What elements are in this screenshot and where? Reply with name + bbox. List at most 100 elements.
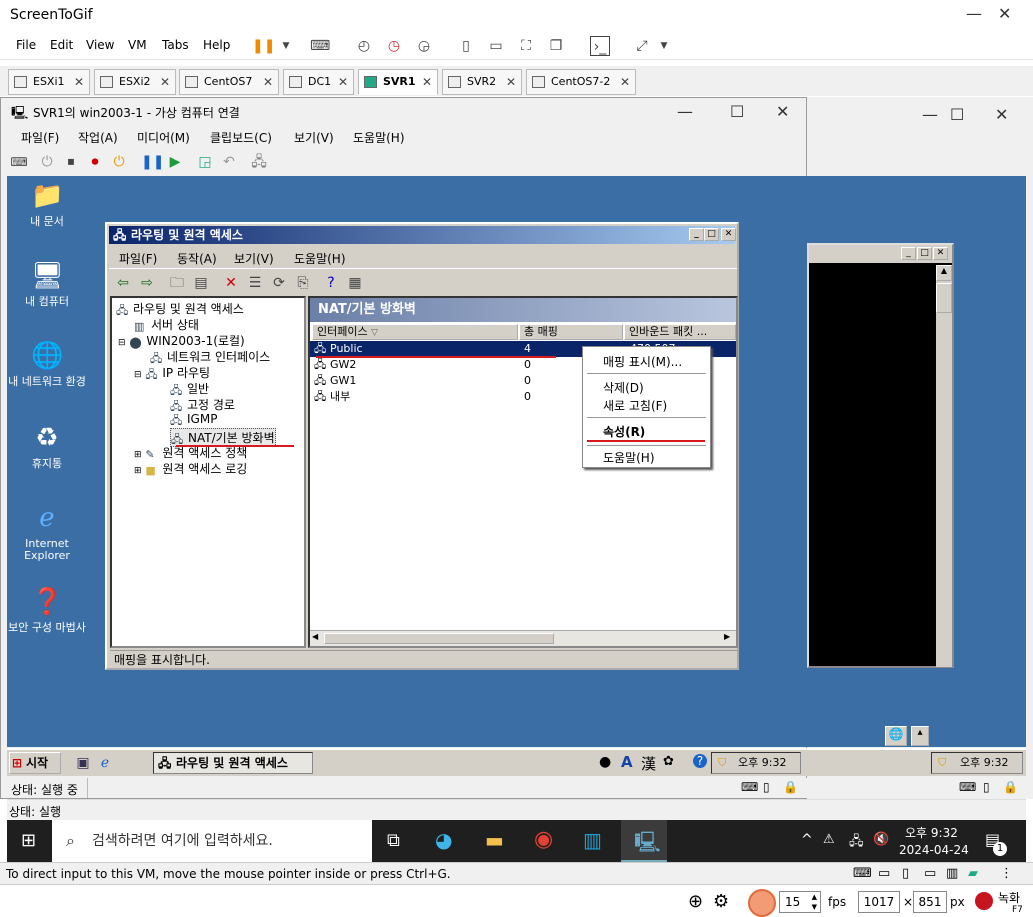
pause-icon[interactable]: ❚❚: [252, 36, 275, 56]
fps-input[interactable]: 15 ▲ ▼: [779, 891, 821, 913]
scrollbar-thumb[interactable]: [936, 283, 952, 313]
close-icon[interactable]: ✕: [422, 70, 432, 94]
tab-centos7[interactable]: CentOS7 ✕: [179, 69, 279, 95]
volume-muted-icon[interactable]: 🔇: [873, 832, 889, 847]
close-icon[interactable]: ✕: [620, 70, 630, 94]
devices-icon[interactable]: ⌨: [853, 863, 872, 885]
up-folder-icon[interactable]: 🗀: [167, 273, 187, 293]
properties-icon[interactable]: ☰: [245, 273, 265, 293]
shield-icon[interactable]: ⛉: [938, 753, 946, 773]
settings-icon[interactable]: ⚙: [713, 891, 729, 912]
ime-alpha-icon[interactable]: A: [621, 753, 633, 771]
close-icon[interactable]: ✕: [998, 4, 1011, 23]
console-window[interactable]: _ □ ✕ ▲: [807, 243, 954, 668]
width-input[interactable]: 1017: [858, 891, 900, 913]
stepper-icon[interactable]: ▲ ▼: [812, 892, 817, 912]
usb-icon[interactable]: ▯: [902, 863, 909, 885]
network-icon[interactable]: 🖧: [849, 832, 864, 854]
edge-icon[interactable]: ◕: [435, 828, 452, 852]
menu-vm[interactable]: VM: [128, 38, 147, 52]
tree-item-remote-access-policy[interactable]: ⊞ ✎ 원격 액세스 정책: [134, 444, 247, 461]
taskbar-search-box[interactable]: ⌕ 검색하려면 여기에 입력하세요.: [52, 820, 372, 862]
ime-hanja-icon[interactable]: 漢: [641, 753, 656, 774]
close-icon[interactable]: ✕: [933, 247, 948, 260]
close-icon[interactable]: ✕: [721, 228, 736, 241]
tree-item-server-status[interactable]: ▥ 서버 상태: [134, 316, 199, 333]
back-icon[interactable]: ⇦: [113, 273, 133, 293]
pause-icon[interactable]: ❚❚: [141, 152, 164, 172]
refresh-icon[interactable]: ⟳: [269, 273, 289, 293]
tree-item-win2003[interactable]: ⊟ ⬤ WIN2003-1(로컬): [118, 332, 245, 349]
menu-item-delete[interactable]: 삭제(D): [603, 379, 644, 396]
help-icon[interactable]: ?: [693, 754, 707, 768]
maximize-icon[interactable]: □: [704, 228, 719, 241]
taskbar-app-vm[interactable]: 🖳: [621, 820, 667, 862]
record-button[interactable]: 녹화: [998, 889, 1020, 906]
crosshair-icon[interactable]: ⊕: [688, 891, 703, 912]
shutdown-icon[interactable]: ⏺: [85, 152, 105, 172]
desktop-icon-network[interactable]: 🌐 내 네트워크 환경: [7, 340, 87, 388]
tab-centos7-2[interactable]: CentOS7-2 ✕: [526, 69, 636, 95]
start-button[interactable]: ⊞ 시작: [9, 752, 61, 774]
export-icon[interactable]: ⎘: [293, 273, 313, 293]
power-icon[interactable]: ⏻: [109, 152, 129, 172]
task-view-icon[interactable]: ⧉: [387, 830, 400, 851]
menu-tabs[interactable]: Tabs: [162, 38, 189, 52]
taskbar-time[interactable]: 오후 9:32: [905, 824, 958, 841]
rras-menu-view[interactable]: 보기(V): [234, 250, 274, 267]
collapse-icon[interactable]: ⊟: [134, 370, 142, 380]
close-icon[interactable]: ✕: [263, 70, 273, 94]
security-alert-icon[interactable]: ⚠: [823, 832, 835, 847]
vm-menu-help[interactable]: 도움말(H): [353, 129, 405, 146]
fullscreen-icon[interactable]: ⛶: [516, 36, 536, 56]
sound-icon[interactable]: ▭: [924, 863, 936, 885]
more-icon[interactable]: ⋮: [1000, 863, 1013, 885]
vm-menu-view[interactable]: 보기(V): [294, 129, 334, 146]
send-keys-icon[interactable]: ⌨: [310, 36, 330, 56]
show-desktop-icon[interactable]: ▣: [73, 753, 93, 773]
desktop-icon-recycle-bin[interactable]: ♻ 휴지통: [7, 422, 87, 470]
language-globe-icon[interactable]: 🌐: [885, 726, 907, 746]
ime-hangul-icon[interactable]: ●: [599, 754, 611, 770]
desktop-icon-ie[interactable]: ℯ Internet Explorer: [7, 502, 87, 562]
snapshot-manager-icon[interactable]: ◶: [414, 36, 434, 56]
network-adapter-icon[interactable]: ▭: [878, 863, 890, 885]
scroll-up-icon[interactable]: ▲: [936, 265, 952, 281]
column-interface[interactable]: 인터페이스 ▽: [312, 324, 518, 340]
tree-item-remote-access-logging[interactable]: ⊞ ■ 원격 액세스 로깅: [134, 460, 247, 477]
minimize-icon[interactable]: —: [677, 102, 693, 121]
scroll-right-icon[interactable]: ▶: [724, 632, 730, 641]
height-input[interactable]: 851: [913, 891, 947, 913]
maximize-icon[interactable]: □: [917, 247, 932, 260]
tree-item-ip-routing[interactable]: ⊟ 🖧 IP 라우팅: [134, 364, 210, 381]
desktop-icon-my-documents[interactable]: 📁 내 문서: [7, 180, 87, 228]
close-icon[interactable]: ✕: [506, 70, 516, 94]
revert-icon[interactable]: ↶: [219, 152, 239, 172]
maximize-icon[interactable]: ☐: [950, 105, 964, 124]
enhanced-session-icon[interactable]: 🖧: [249, 152, 269, 172]
record-icon[interactable]: [975, 892, 993, 910]
vm-menu-media[interactable]: 미디어(M): [137, 129, 190, 146]
minimize-icon[interactable]: —: [966, 4, 982, 23]
menu-edit[interactable]: Edit: [50, 38, 73, 52]
scroll-left-icon[interactable]: ◀: [312, 632, 318, 641]
play-icon[interactable]: ▶: [165, 152, 185, 172]
vm-menu-file[interactable]: 파일(F): [21, 129, 59, 146]
tree-item-root[interactable]: 🖧 라우팅 및 원격 액세스: [116, 300, 244, 317]
taskbar-app-rras[interactable]: 🖧 라우팅 및 원격 액세스: [153, 752, 313, 774]
close-icon[interactable]: ✕: [776, 102, 789, 121]
cd-icon[interactable]: ▥: [946, 863, 958, 885]
snapshot-icon[interactable]: ◴: [354, 36, 374, 56]
menu-item-help[interactable]: 도움말(H): [603, 449, 655, 466]
menu-help[interactable]: Help: [203, 38, 230, 52]
tree-item-network-interfaces[interactable]: 🖧 네트워크 인터페이스: [150, 348, 270, 365]
ctrl-alt-del-icon[interactable]: ⌨: [9, 152, 29, 172]
rras-menu-file[interactable]: 파일(F): [119, 250, 157, 267]
taskbar-date[interactable]: 2024-04-24: [899, 843, 969, 857]
timer-icon[interactable]: [748, 889, 776, 917]
stop-icon[interactable]: ⏹: [61, 152, 81, 172]
menu-item-refresh[interactable]: 새로 고침(F): [603, 397, 667, 414]
minimize-icon[interactable]: _: [901, 247, 916, 260]
windows-start-icon[interactable]: ⊞: [21, 830, 36, 851]
minimize-icon[interactable]: _: [689, 228, 704, 241]
